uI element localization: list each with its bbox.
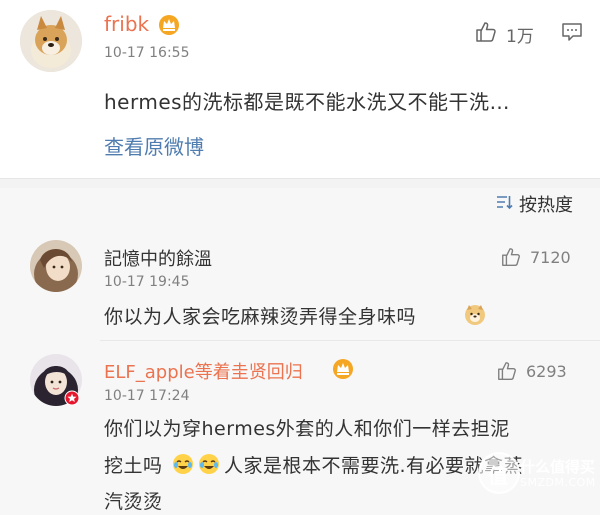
comment-like-count: 7120 xyxy=(530,248,571,267)
doge-emoji-icon xyxy=(464,304,486,326)
verified-badge-icon xyxy=(64,390,80,406)
original-post: fribk 10-17 16:55 1万 hermes的洗标都是既不能水洗又不能… xyxy=(0,0,600,178)
laugh-cry-emoji-icon xyxy=(172,453,194,475)
post-author-avatar[interactable] xyxy=(20,10,82,72)
comment-time: 10-17 17:24 xyxy=(104,388,190,404)
laugh-cry-emoji-icon xyxy=(198,453,220,475)
comment-text: 汽烫烫 xyxy=(104,491,163,513)
watermark-logo-icon: 值 xyxy=(478,452,520,494)
watermark-subtext: SMZDM.COM xyxy=(520,476,596,489)
post-text: hermes的洗标都是既不能水洗又不能干洗… xyxy=(104,90,511,114)
comment-time: 10-17 19:45 xyxy=(104,274,190,290)
post-author-name[interactable]: fribk xyxy=(104,12,149,36)
sort-icon[interactable] xyxy=(495,193,513,211)
sort-hot-button[interactable]: 按热度 xyxy=(519,191,573,217)
like-icon[interactable] xyxy=(474,20,498,44)
commenter-name[interactable]: ELF_apple等着圭贤回归 xyxy=(104,358,303,384)
like-icon[interactable] xyxy=(496,360,518,382)
commenter-name[interactable]: 記憶中的餘溫 xyxy=(104,245,212,271)
like-icon[interactable] xyxy=(500,246,522,268)
vip-crown-icon xyxy=(158,14,180,36)
view-original-link[interactable]: 查看原微博 xyxy=(104,131,204,160)
post-time: 10-17 16:55 xyxy=(104,45,190,61)
smzdm-watermark: 值 什么值得买 SMZDM.COM xyxy=(478,450,596,510)
comment-icon[interactable] xyxy=(560,20,584,44)
post-like-count: 1万 xyxy=(506,27,534,47)
watermark-text: 什么值得买 xyxy=(520,458,596,476)
comment-text: 挖土吗 xyxy=(104,455,163,477)
comment-text: 你以为人家会吃麻辣烫弄得全身味吗 xyxy=(104,306,417,328)
comment-separator xyxy=(100,340,600,341)
vip-crown-icon xyxy=(332,358,354,380)
commenter-avatar[interactable] xyxy=(30,240,82,292)
comments-section: 按热度 記憶中的餘溫 10-17 19:45 7120 你以为人家会吃麻辣烫弄得… xyxy=(0,188,600,515)
comment-like-count: 6293 xyxy=(526,362,567,381)
comment-text: 你们以为穿hermes外套的人和你们一样去担泥 xyxy=(104,418,510,440)
